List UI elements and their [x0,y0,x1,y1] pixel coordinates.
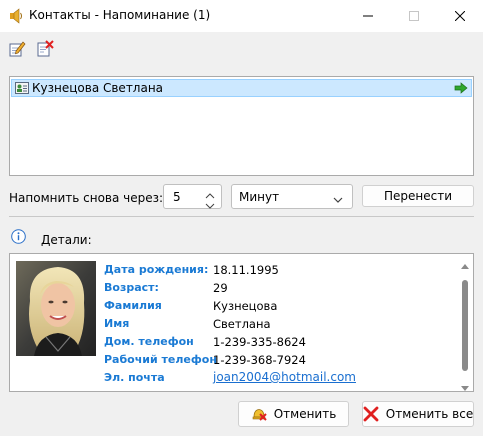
home-phone-label: Дом. телефон [104,335,194,348]
reminders-list[interactable]: Кузнецова Светлана [9,76,474,176]
info-icon [11,229,26,244]
list-item-label: Кузнецова Светлана [32,81,164,95]
chevron-down-icon [333,193,343,203]
contact-photo [16,261,96,356]
surname-value: Кузнецова [213,299,278,313]
age-label: Возраст: [104,281,159,294]
birthdate-label: Дата рождения: [104,263,209,276]
scroll-up-arrow-icon[interactable] [461,258,469,269]
cancel-all-button[interactable]: Отменить все [362,401,474,427]
edit-button[interactable] [7,39,27,59]
birthdate-value: 18.11.1995 [213,263,279,277]
green-arrow-right-icon[interactable] [454,82,468,94]
work-phone-value: 1-239-368-7924 [213,353,306,367]
snooze-value: 5 [173,190,181,204]
maximize-icon [409,11,419,21]
delete-icon [37,40,54,57]
maximize-button[interactable] [391,0,437,32]
close-icon [455,11,465,21]
chevron-up-icon[interactable] [205,188,215,199]
surname-label: Фамилия [104,299,162,312]
home-phone-value: 1-239-335-8624 [213,335,306,349]
minimize-icon [363,15,373,17]
firstname-value: Светлана [213,317,271,331]
email-link[interactable]: joan2004@hotmail.com [213,370,356,384]
cancel-all-button-label: Отменить все [385,407,474,421]
age-value: 29 [213,281,228,295]
divider [9,216,474,217]
details-panel: Дата рождения: 18.11.1995 Возраст: 29 Фа… [9,253,474,392]
reschedule-button[interactable]: Перенести [362,185,474,207]
delete-button[interactable] [35,39,55,59]
snooze-unit-value: Минут [239,190,280,204]
speaker-icon [8,8,24,24]
snooze-label: Напомнить снова через: [9,191,164,205]
window-title: Контакты - Напоминание (1) [29,8,211,22]
close-button[interactable] [437,0,483,32]
email-label: Эл. почта [104,371,165,384]
scroll-down-arrow-icon[interactable] [461,381,469,391]
minimize-button[interactable] [345,0,391,32]
details-scrollbar[interactable] [459,256,471,391]
scrollbar-thumb[interactable] [462,280,468,371]
list-item[interactable]: Кузнецова Светлана [11,79,472,97]
cancel-button[interactable]: Отменить [238,401,349,427]
title-bar: Контакты - Напоминание (1) [0,0,483,32]
contact-card-icon [15,82,29,94]
edit-icon [9,41,26,57]
cancel-button-label: Отменить [273,407,337,421]
work-phone-label: Рабочий телефон [104,353,217,366]
details-label: Детали: [41,233,92,247]
snooze-unit-select[interactable]: Минут [231,184,353,209]
bell-cancel-icon [252,409,267,421]
red-x-icon [363,406,379,422]
chevron-down-icon[interactable] [205,199,215,209]
toolbar [0,32,483,66]
firstname-label: Имя [104,317,130,330]
snooze-value-stepper[interactable]: 5 [163,184,222,209]
